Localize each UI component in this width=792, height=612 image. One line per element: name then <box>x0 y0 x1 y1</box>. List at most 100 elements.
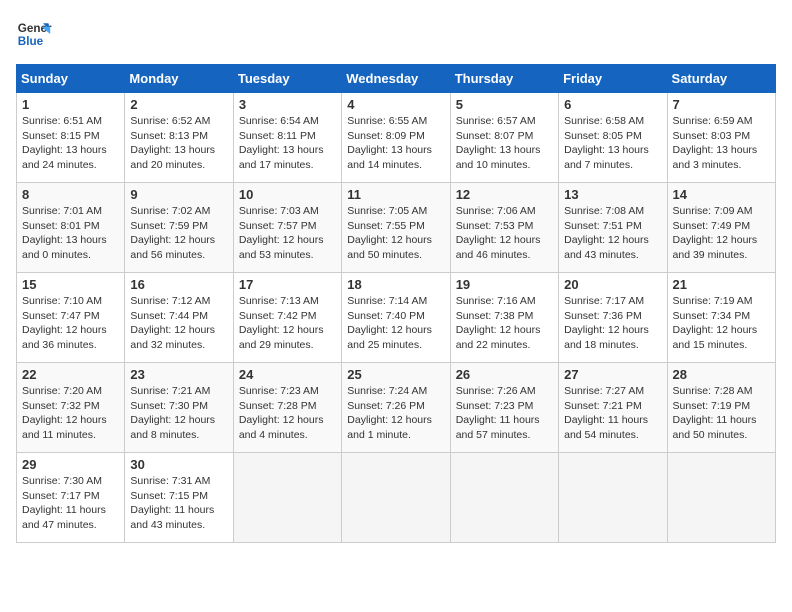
week-row-4: 22 Sunrise: 7:20 AMSunset: 7:32 PMDayligh… <box>17 363 776 453</box>
day-info: Sunrise: 7:02 AMSunset: 7:59 PMDaylight:… <box>130 204 227 263</box>
day-cell-22: 22 Sunrise: 7:20 AMSunset: 7:32 PMDayligh… <box>17 363 125 453</box>
col-header-thursday: Thursday <box>450 65 558 93</box>
day-info: Sunrise: 7:19 AMSunset: 7:34 PMDaylight:… <box>673 294 770 353</box>
day-number: 29 <box>22 457 119 472</box>
week-row-1: 1 Sunrise: 6:51 AMSunset: 8:15 PMDaylight… <box>17 93 776 183</box>
day-cell-8: 8 Sunrise: 7:01 AMSunset: 8:01 PMDaylight… <box>17 183 125 273</box>
day-info: Sunrise: 7:24 AMSunset: 7:26 PMDaylight:… <box>347 384 444 443</box>
day-info: Sunrise: 7:20 AMSunset: 7:32 PMDaylight:… <box>22 384 119 443</box>
day-number: 8 <box>22 187 119 202</box>
day-number: 27 <box>564 367 661 382</box>
logo-icon: General Blue <box>16 16 52 52</box>
day-number: 13 <box>564 187 661 202</box>
day-info: Sunrise: 7:01 AMSunset: 8:01 PMDaylight:… <box>22 204 119 263</box>
day-info: Sunrise: 6:59 AMSunset: 8:03 PMDaylight:… <box>673 114 770 173</box>
day-cell-20: 20 Sunrise: 7:17 AMSunset: 7:36 PMDayligh… <box>559 273 667 363</box>
day-cell-5: 5 Sunrise: 6:57 AMSunset: 8:07 PMDaylight… <box>450 93 558 183</box>
day-info: Sunrise: 7:30 AMSunset: 7:17 PMDaylight:… <box>22 474 119 533</box>
day-number: 4 <box>347 97 444 112</box>
day-info: Sunrise: 7:27 AMSunset: 7:21 PMDaylight:… <box>564 384 661 443</box>
day-info: Sunrise: 7:09 AMSunset: 7:49 PMDaylight:… <box>673 204 770 263</box>
svg-text:Blue: Blue <box>18 35 44 48</box>
day-cell-26: 26 Sunrise: 7:26 AMSunset: 7:23 PMDayligh… <box>450 363 558 453</box>
day-info: Sunrise: 6:55 AMSunset: 8:09 PMDaylight:… <box>347 114 444 173</box>
day-number: 16 <box>130 277 227 292</box>
day-number: 20 <box>564 277 661 292</box>
day-cell-7: 7 Sunrise: 6:59 AMSunset: 8:03 PMDaylight… <box>667 93 775 183</box>
col-header-tuesday: Tuesday <box>233 65 341 93</box>
day-cell-12: 12 Sunrise: 7:06 AMSunset: 7:53 PMDayligh… <box>450 183 558 273</box>
calendar-table: SundayMondayTuesdayWednesdayThursdayFrid… <box>16 64 776 543</box>
day-number: 3 <box>239 97 336 112</box>
day-info: Sunrise: 7:06 AMSunset: 7:53 PMDaylight:… <box>456 204 553 263</box>
week-row-5: 29 Sunrise: 7:30 AMSunset: 7:17 PMDayligh… <box>17 453 776 543</box>
col-header-sunday: Sunday <box>17 65 125 93</box>
day-info: Sunrise: 6:58 AMSunset: 8:05 PMDaylight:… <box>564 114 661 173</box>
col-header-wednesday: Wednesday <box>342 65 450 93</box>
logo: General Blue <box>16 16 52 52</box>
empty-cell <box>342 453 450 543</box>
day-cell-19: 19 Sunrise: 7:16 AMSunset: 7:38 PMDayligh… <box>450 273 558 363</box>
day-cell-9: 9 Sunrise: 7:02 AMSunset: 7:59 PMDaylight… <box>125 183 233 273</box>
day-info: Sunrise: 7:17 AMSunset: 7:36 PMDaylight:… <box>564 294 661 353</box>
day-number: 12 <box>456 187 553 202</box>
day-number: 6 <box>564 97 661 112</box>
day-cell-10: 10Sunrise: 7:03 AMSunset: 7:57 PMDayligh… <box>233 183 341 273</box>
col-header-monday: Monday <box>125 65 233 93</box>
day-cell-2: 2 Sunrise: 6:52 AMSunset: 8:13 PMDaylight… <box>125 93 233 183</box>
day-number: 17 <box>239 277 336 292</box>
day-number: 23 <box>130 367 227 382</box>
header: General Blue <box>16 16 776 52</box>
day-cell-30: 30 Sunrise: 7:31 AMSunset: 7:15 PMDayligh… <box>125 453 233 543</box>
empty-cell <box>233 453 341 543</box>
day-info: Sunrise: 7:26 AMSunset: 7:23 PMDaylight:… <box>456 384 553 443</box>
day-cell-13: 13 Sunrise: 7:08 AMSunset: 7:51 PMDayligh… <box>559 183 667 273</box>
day-number: 7 <box>673 97 770 112</box>
day-number: 19 <box>456 277 553 292</box>
day-info: Sunrise: 7:31 AMSunset: 7:15 PMDaylight:… <box>130 474 227 533</box>
day-info: Sunrise: 7:10 AMSunset: 7:47 PMDaylight:… <box>22 294 119 353</box>
day-info: Sunrise: 7:23 AMSunset: 7:28 PMDaylight:… <box>239 384 336 443</box>
day-cell-18: 18 Sunrise: 7:14 AMSunset: 7:40 PMDayligh… <box>342 273 450 363</box>
day-cell-28: 28Sunrise: 7:28 AMSunset: 7:19 PMDayligh… <box>667 363 775 453</box>
day-cell-17: 17 Sunrise: 7:13 AMSunset: 7:42 PMDayligh… <box>233 273 341 363</box>
day-info: Sunrise: 6:51 AMSunset: 8:15 PMDaylight:… <box>22 114 119 173</box>
day-info: Sunrise: 6:57 AMSunset: 8:07 PMDaylight:… <box>456 114 553 173</box>
day-info: Sunrise: 7:13 AMSunset: 7:42 PMDaylight:… <box>239 294 336 353</box>
day-info: Sunrise: 7:08 AMSunset: 7:51 PMDaylight:… <box>564 204 661 263</box>
day-number: 2 <box>130 97 227 112</box>
day-number: 26 <box>456 367 553 382</box>
day-number: 22 <box>22 367 119 382</box>
day-info: Sunrise: 6:52 AMSunset: 8:13 PMDaylight:… <box>130 114 227 173</box>
day-cell-15: 15Sunrise: 7:10 AMSunset: 7:47 PMDayligh… <box>17 273 125 363</box>
day-number: 24 <box>239 367 336 382</box>
day-cell-24: 24 Sunrise: 7:23 AMSunset: 7:28 PMDayligh… <box>233 363 341 453</box>
day-info: Sunrise: 7:12 AMSunset: 7:44 PMDaylight:… <box>130 294 227 353</box>
day-cell-6: 6 Sunrise: 6:58 AMSunset: 8:05 PMDaylight… <box>559 93 667 183</box>
day-info: Sunrise: 7:21 AMSunset: 7:30 PMDaylight:… <box>130 384 227 443</box>
day-number: 5 <box>456 97 553 112</box>
day-number: 9 <box>130 187 227 202</box>
day-cell-23: 23 Sunrise: 7:21 AMSunset: 7:30 PMDayligh… <box>125 363 233 453</box>
col-header-friday: Friday <box>559 65 667 93</box>
week-row-2: 8 Sunrise: 7:01 AMSunset: 8:01 PMDaylight… <box>17 183 776 273</box>
day-info: Sunrise: 7:16 AMSunset: 7:38 PMDaylight:… <box>456 294 553 353</box>
day-cell-3: 3Sunrise: 6:54 AMSunset: 8:11 PMDaylight… <box>233 93 341 183</box>
day-info: Sunrise: 7:03 AMSunset: 7:57 PMDaylight:… <box>239 204 336 263</box>
day-cell-4: 4 Sunrise: 6:55 AMSunset: 8:09 PMDaylight… <box>342 93 450 183</box>
empty-cell <box>450 453 558 543</box>
empty-cell <box>559 453 667 543</box>
day-number: 30 <box>130 457 227 472</box>
day-cell-27: 27 Sunrise: 7:27 AMSunset: 7:21 PMDayligh… <box>559 363 667 453</box>
day-cell-21: 21 Sunrise: 7:19 AMSunset: 7:34 PMDayligh… <box>667 273 775 363</box>
empty-cell <box>667 453 775 543</box>
day-number: 1 <box>22 97 119 112</box>
day-number: 25 <box>347 367 444 382</box>
day-number: 14 <box>673 187 770 202</box>
day-cell-16: 16 Sunrise: 7:12 AMSunset: 7:44 PMDayligh… <box>125 273 233 363</box>
week-row-3: 15Sunrise: 7:10 AMSunset: 7:47 PMDayligh… <box>17 273 776 363</box>
day-number: 21 <box>673 277 770 292</box>
day-info: Sunrise: 7:14 AMSunset: 7:40 PMDaylight:… <box>347 294 444 353</box>
col-header-saturday: Saturday <box>667 65 775 93</box>
day-number: 18 <box>347 277 444 292</box>
